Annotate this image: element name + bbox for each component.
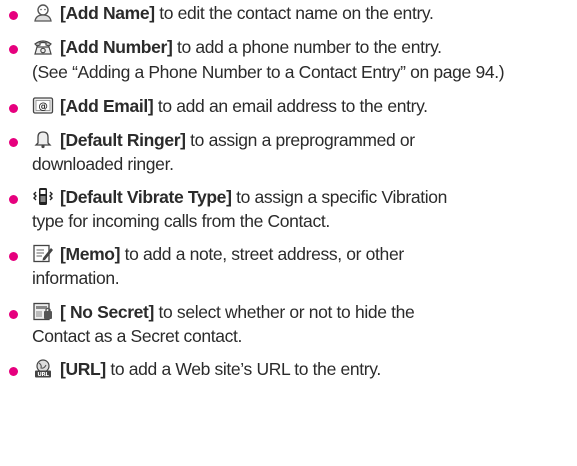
item-line: URL [URL] to add a Web site’s URL to the… — [32, 358, 381, 380]
item-continuation: Contact as a Secret contact. — [32, 326, 243, 346]
person-head-icon — [32, 3, 54, 22]
item-line: @ [Add Email] to add an email address to… — [32, 95, 428, 117]
item-line: [ No Secret] to select whether or not to… — [32, 301, 415, 323]
item-continuation: information. — [32, 268, 120, 288]
option-description: to add a phone number to the entry. — [172, 37, 442, 57]
option-description: to add a Web site’s URL to the entry. — [105, 359, 381, 379]
bullet — [9, 11, 18, 20]
bullet — [9, 45, 18, 54]
telephone-icon — [32, 37, 54, 56]
bullet — [9, 104, 18, 113]
bullet — [9, 195, 18, 204]
option-description: to edit the contact name on the entry. — [154, 3, 434, 23]
item-line: [Add Name] to edit the contact name on t… — [32, 2, 434, 24]
email-at-icon: @ — [32, 96, 54, 115]
bell-icon — [32, 130, 54, 149]
option-name: [Memo] — [60, 244, 121, 264]
bullet — [9, 367, 18, 376]
option-name: [ No Secret] — [60, 302, 155, 322]
option-description: to select whether or not to hide the — [154, 302, 415, 322]
option-name: [Default Vibrate Type] — [60, 187, 232, 207]
secret-contact-icon — [32, 302, 54, 321]
memo-pencil-icon — [32, 244, 54, 263]
item-continuation: downloaded ringer. — [32, 154, 174, 174]
option-name: [Add Name] — [60, 3, 155, 23]
option-description: to assign a preprogrammed or — [185, 130, 415, 150]
item-continuation: (See “Adding a Phone Number to a Contact… — [32, 62, 505, 82]
svg-text:@: @ — [38, 102, 47, 113]
option-description: to assign a specific Vibration — [231, 187, 448, 207]
item-line: [Default Vibrate Type] to assign a speci… — [32, 186, 447, 208]
url-globe-icon: URL — [32, 359, 54, 378]
bullet — [9, 252, 18, 261]
contact-entry-options-list: [Add Name] to edit the contact name on t… — [0, 0, 577, 466]
vibrate-phone-icon — [32, 187, 54, 206]
option-name: [URL] — [60, 359, 106, 379]
option-name: [Add Email] — [60, 96, 154, 116]
item-continuation: type for incoming calls from the Contact… — [32, 211, 330, 231]
bullet — [9, 310, 18, 319]
bullet — [9, 138, 18, 147]
option-description: to add a note, street address, or other — [120, 244, 405, 264]
option-name: [Add Number] — [60, 37, 173, 57]
item-line: [Memo] to add a note, street address, or… — [32, 243, 404, 265]
svg-text:URL: URL — [37, 372, 49, 378]
option-description: to add an email address to the entry. — [153, 96, 428, 116]
item-line: [Default Ringer] to assign a preprogramm… — [32, 129, 415, 151]
option-name: [Default Ringer] — [60, 130, 186, 150]
item-line: [Add Number] to add a phone number to th… — [32, 36, 442, 58]
